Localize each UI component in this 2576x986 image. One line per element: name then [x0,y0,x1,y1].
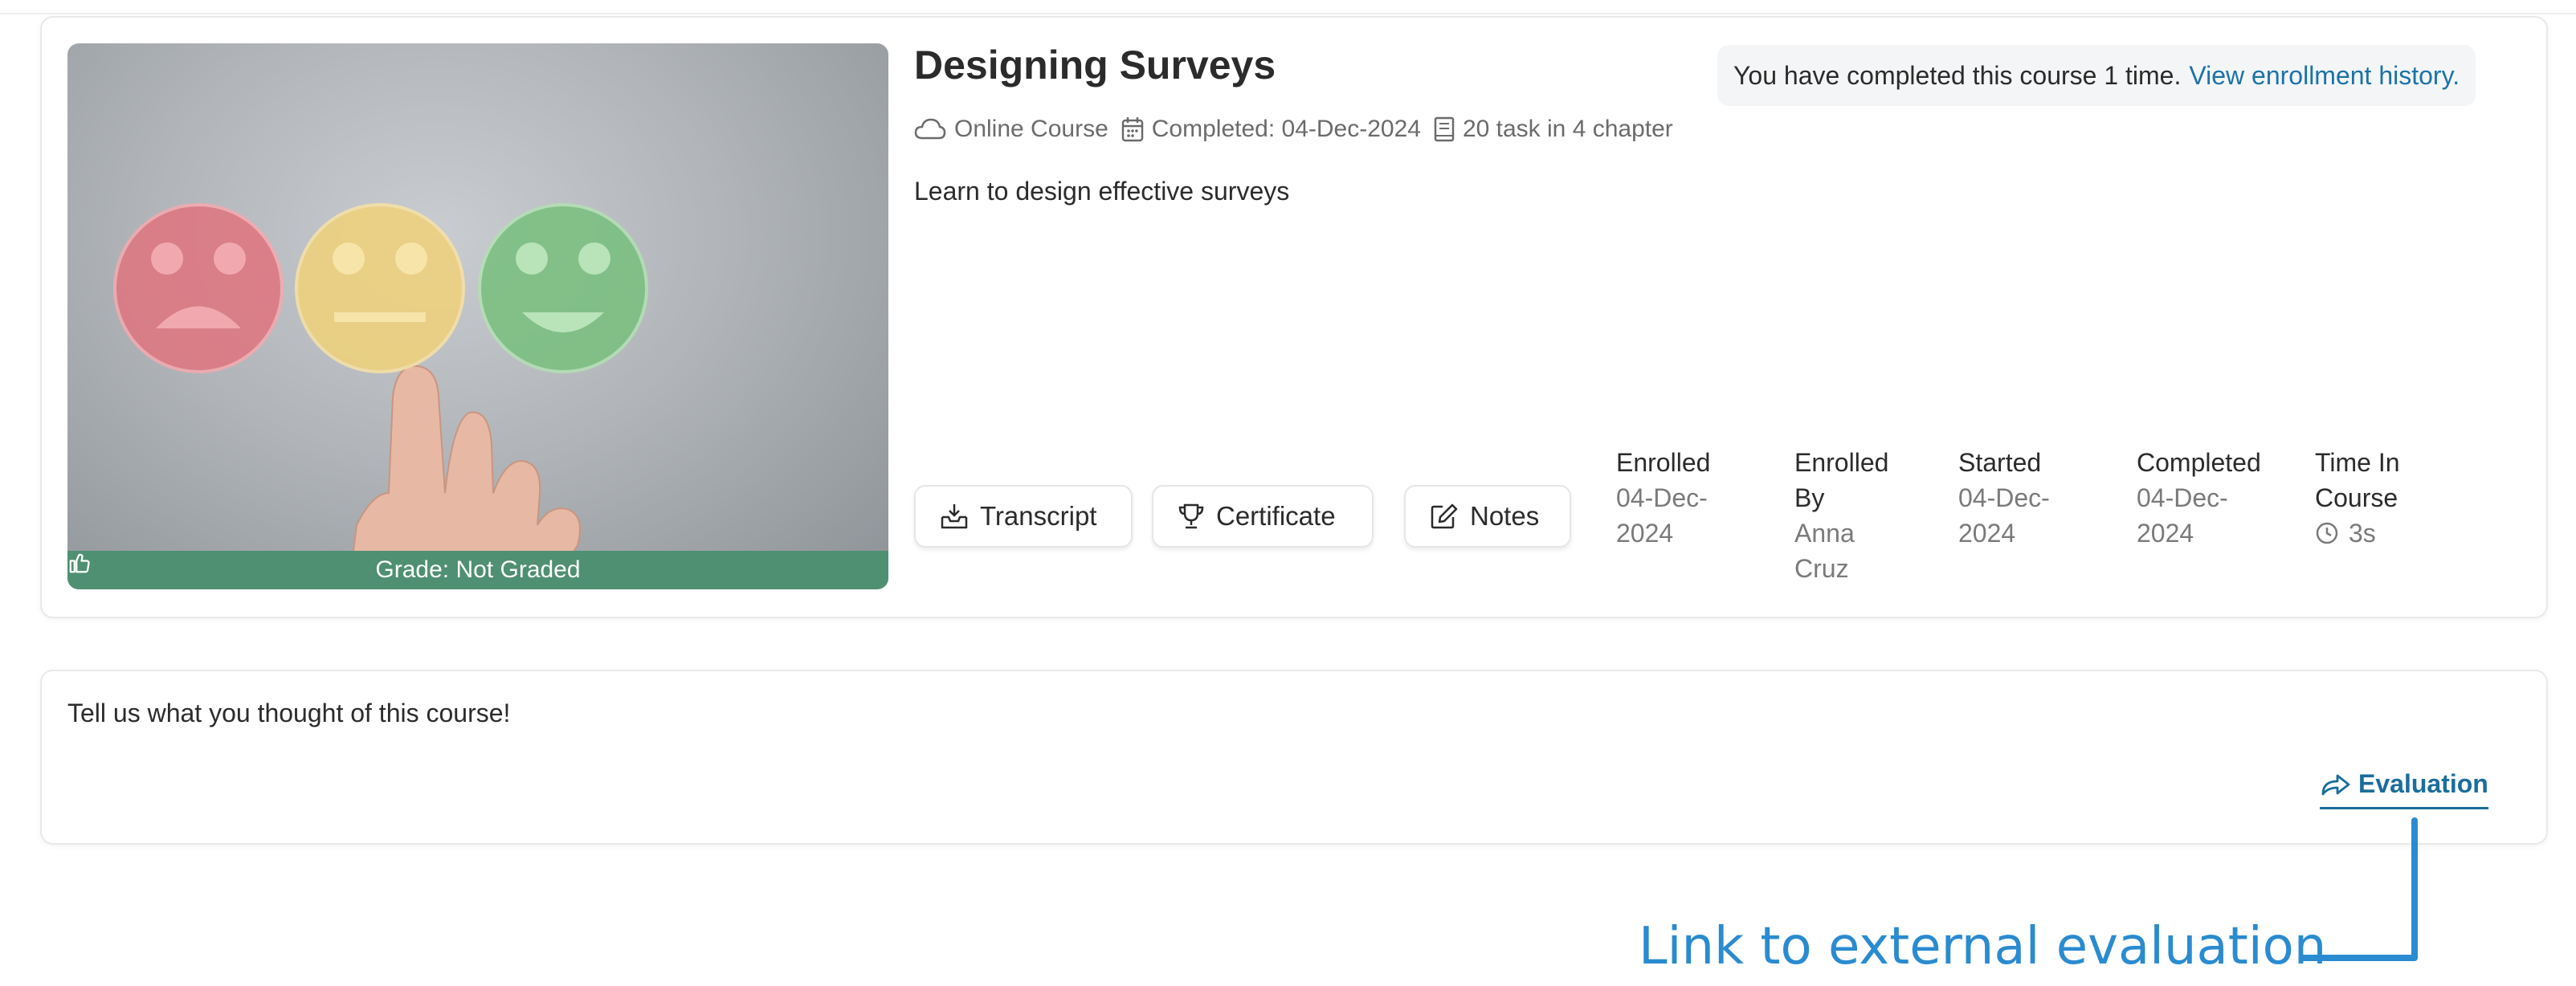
thumbs-up-icon [69,553,90,573]
feedback-prompt: Tell us what you thought of this course! [67,699,511,727]
stat-label: Enrolled [1616,448,1711,477]
clock-icon [2316,522,2338,544]
completion-note: You have completed this course 1 time. V… [1717,45,2476,106]
cloud-icon [914,118,946,140]
meta-course-type: Online Course [914,116,1108,143]
stat-label: Time In Course [2315,448,2400,512]
course-description: Learn to design effective surveys [914,177,1290,206]
certificate-button[interactable]: Certificate [1152,485,1374,548]
completion-note-text: You have completed this course 1 time. [1733,60,2182,90]
notes-button[interactable]: Notes [1404,485,1571,548]
course-title: Designing Surveys [914,43,1276,88]
stat-label: Started [1958,448,2042,477]
course-meta: Online Course Completed: 04-Dec-2024 20 … [914,116,1673,143]
grade-bar: Grade: Not Graded [67,551,888,589]
course-type-text: Online Course [954,116,1108,142]
trophy-icon [1178,503,1204,529]
download-tray-icon [941,504,968,529]
top-divider [0,13,2576,14]
transcript-button[interactable]: Transcript [914,485,1133,548]
edit-note-icon [1431,503,1458,529]
annotation-label: Link to external evaluation [1639,917,2327,976]
stat-value: 04-Dec-2024 [1958,483,2050,548]
stat-value: 3s [2315,515,2427,551]
transcript-label: Transcript [980,501,1097,531]
stat-started: Started 04-Dec-2024 [1958,445,2071,551]
course-card: Grade: Not Graded Designing Surveys You … [40,16,2548,618]
stat-completed: Completed 04-Dec-2024 [2137,445,2273,551]
stat-time-in-course: Time In Course 3s [2315,445,2427,551]
time-in-course-value: 3s [2349,519,2376,548]
tasks-count-text: 20 task in 4 chapter [1462,116,1673,142]
grade-label: Grade: Not Graded [375,556,581,583]
view-enrollment-history-link[interactable]: View enrollment history. [2189,61,2460,91]
notes-label: Notes [1470,501,1540,531]
meta-completed: Completed: 04-Dec-2024 [1121,116,1421,143]
book-icon [1434,116,1455,142]
certificate-label: Certificate [1216,501,1336,531]
evaluation-link-label: Evaluation [2358,769,2488,798]
stat-enrolled: Enrolled 04-Dec-2024 [1616,445,1745,551]
course-thumbnail: Grade: Not Graded [67,43,888,589]
evaluation-link[interactable]: Evaluation [2320,769,2488,809]
feedback-card: Tell us what you thought of this course!… [40,670,2548,845]
completed-date-text: Completed: 04-Dec-2024 [1151,116,1421,142]
share-arrow-icon [2321,774,2350,795]
calendar-icon [1121,117,1144,142]
stat-value: Anna Cruz [1794,519,1855,583]
stat-label: Completed [2137,448,2261,477]
stat-value: 04-Dec-2024 [1616,483,1708,548]
survey-faces-illustration [113,203,648,589]
stat-label: Enrolled By [1794,448,1889,512]
meta-tasks: 20 task in 4 chapter [1434,116,1673,143]
stat-value: 04-Dec-2024 [2137,483,2228,548]
stat-enrolled-by: Enrolled By Anna Cruz [1794,445,1889,586]
